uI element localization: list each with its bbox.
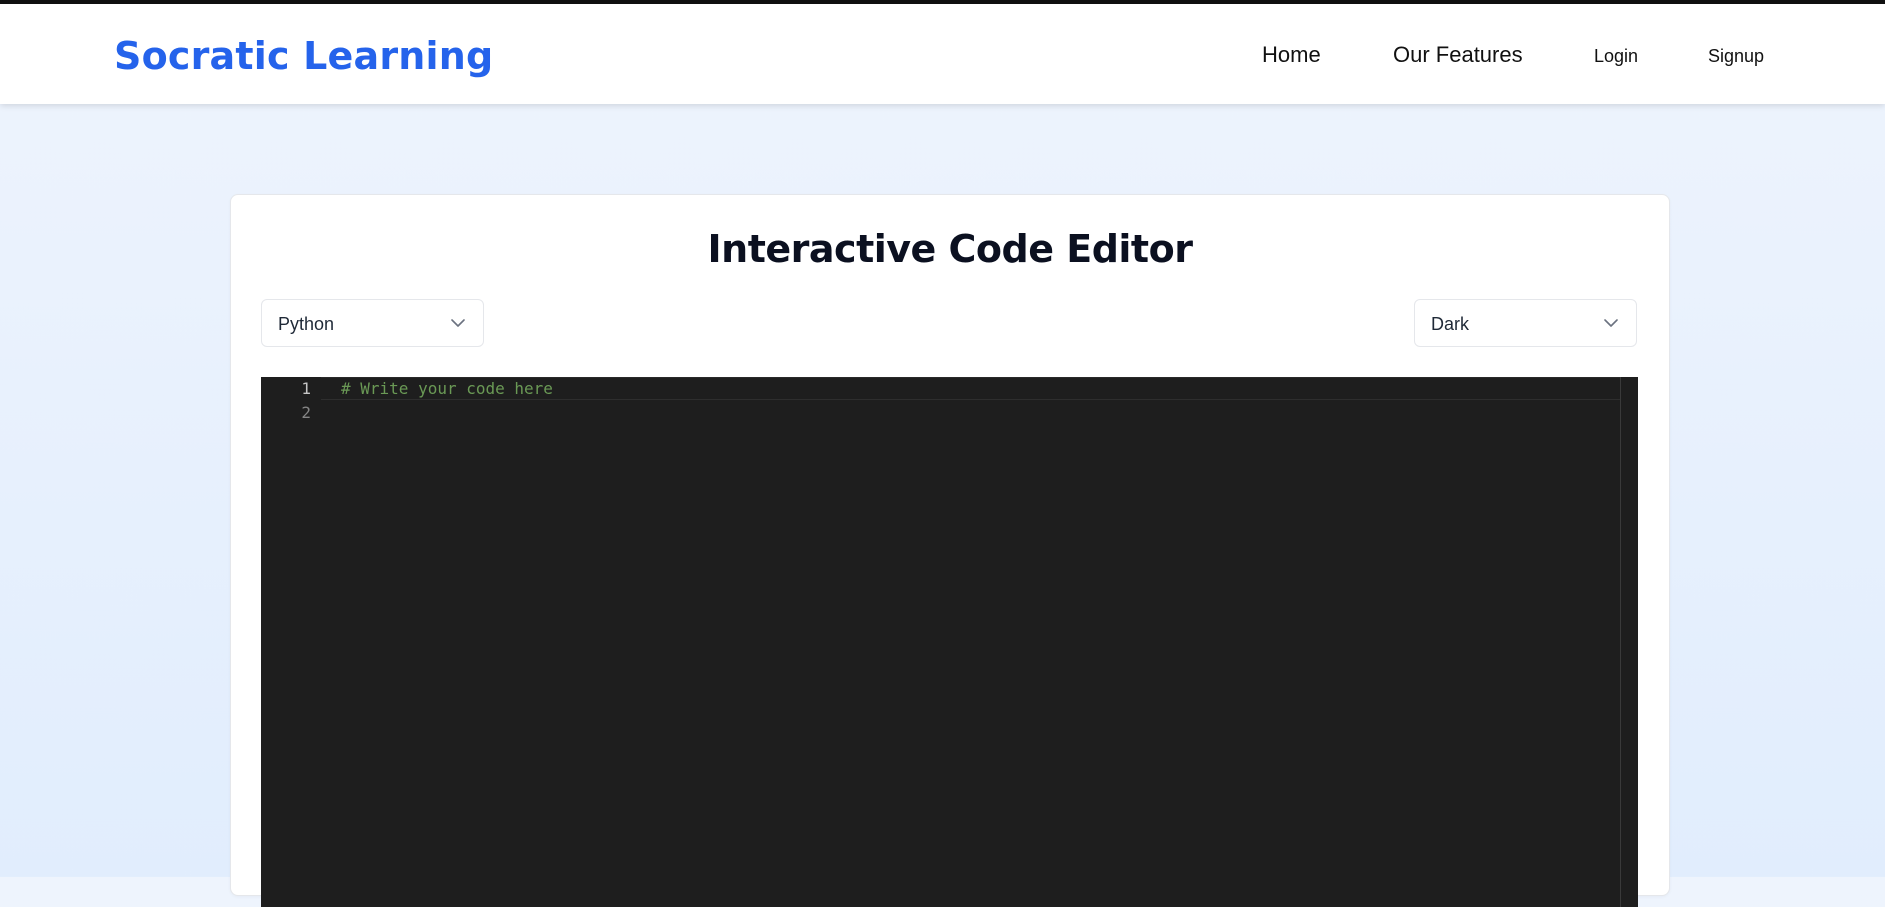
- line-number: 2: [301, 403, 311, 422]
- code-editor[interactable]: 1 2 # Write your code here: [261, 377, 1638, 907]
- line-number: 1: [301, 379, 311, 398]
- chevron-down-icon: [1604, 319, 1618, 327]
- language-select[interactable]: Python: [261, 299, 484, 347]
- nav-signup-link[interactable]: Signup: [1708, 46, 1764, 67]
- theme-select-value: Dark: [1431, 314, 1470, 334]
- navbar: Socratic Learning Home Our Features Logi…: [0, 4, 1885, 104]
- chevron-down-icon: [451, 319, 465, 327]
- nav-home-link[interactable]: Home: [1262, 42, 1321, 68]
- editor-scrollbar[interactable]: [1620, 377, 1638, 907]
- nav-features-link[interactable]: Our Features: [1393, 42, 1523, 68]
- brand-logo[interactable]: Socratic Learning: [114, 34, 493, 78]
- page-title: Interactive Code Editor: [707, 227, 1193, 271]
- language-select-value: Python: [278, 314, 335, 334]
- theme-select[interactable]: Dark: [1414, 299, 1637, 347]
- nav-login-link[interactable]: Login: [1594, 46, 1638, 67]
- line-number-gutter: 1 2: [261, 377, 321, 907]
- code-line[interactable]: # Write your code here: [341, 379, 553, 398]
- code-editor-card: Interactive Code Editor Python Dark 1 2 …: [230, 194, 1670, 907]
